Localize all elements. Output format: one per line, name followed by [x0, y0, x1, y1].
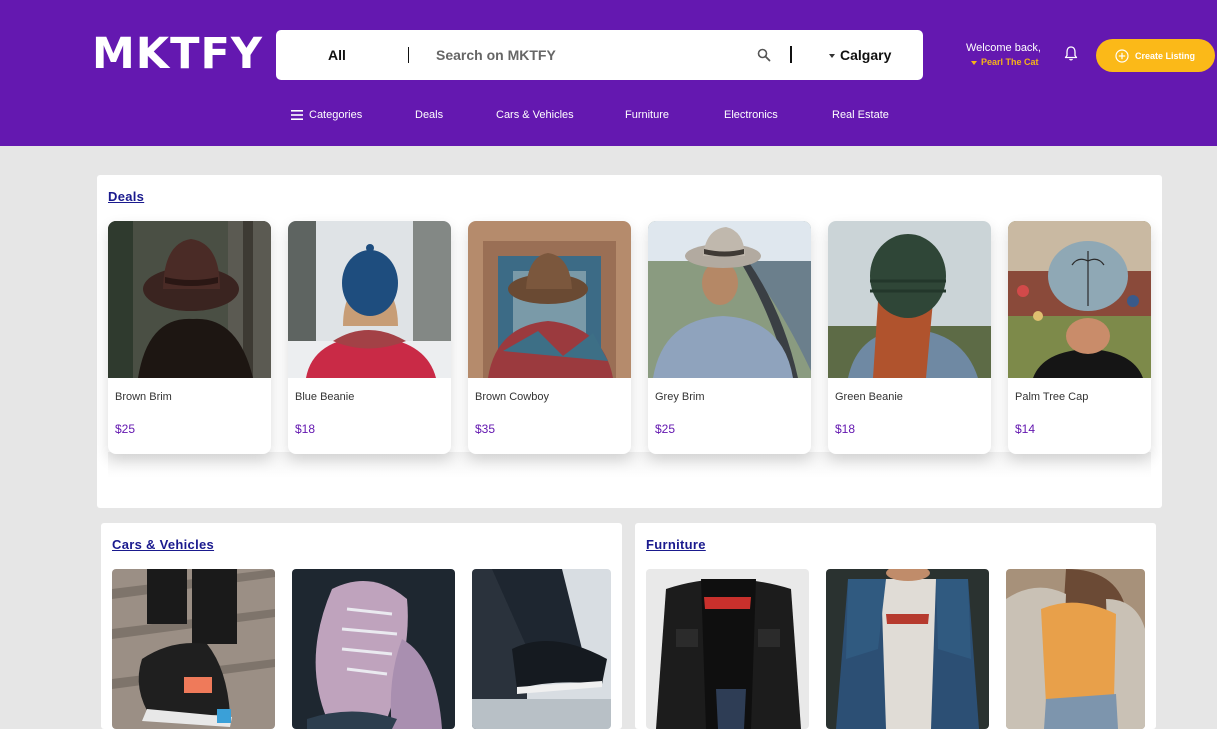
product-price: $14	[1015, 422, 1036, 436]
product-name: Grey Brim	[655, 391, 705, 403]
product-card[interactable]: Green Beanie $18	[828, 221, 991, 454]
user-menu[interactable]: Pearl The Cat	[971, 57, 1039, 67]
top-header: MKTFY All Calgary Welcome back, Pearl Th…	[0, 0, 1217, 146]
product-price: $18	[295, 422, 316, 436]
location-select[interactable]: Calgary	[840, 47, 891, 63]
nav-item-real-estate[interactable]: Real Estate	[832, 109, 889, 121]
product-thumbnail[interactable]	[826, 569, 989, 729]
product-name: Brown Brim	[115, 391, 172, 403]
product-image	[472, 569, 611, 729]
product-price: $18	[835, 422, 856, 436]
product-image	[288, 221, 451, 378]
product-image	[108, 221, 271, 378]
search-divider	[408, 47, 409, 63]
create-listing-button[interactable]: Create Listing	[1096, 39, 1215, 72]
menu-icon[interactable]	[291, 110, 303, 120]
product-thumbnail[interactable]	[1006, 569, 1145, 729]
product-price: $25	[655, 422, 676, 436]
bell-icon[interactable]	[1063, 45, 1079, 62]
search-icon[interactable]	[757, 48, 771, 62]
user-name: Pearl The Cat	[981, 57, 1039, 67]
chevron-down-icon[interactable]	[829, 54, 835, 58]
product-card[interactable]: Brown Brim $25	[108, 221, 271, 454]
product-card[interactable]: Blue Beanie $18	[288, 221, 451, 454]
product-name: Palm Tree Cap	[1015, 391, 1089, 403]
plus-circle-icon	[1115, 48, 1129, 63]
product-thumbnail[interactable]	[292, 569, 455, 729]
category-nav: Categories Deals Cars & Vehicles Furnitu…	[0, 109, 1217, 123]
product-image	[646, 569, 809, 729]
welcome-text: Welcome back,	[966, 42, 1041, 54]
carousel-fade	[108, 452, 1151, 478]
cars-vehicles-section-title[interactable]: Cars & Vehicles	[112, 537, 214, 552]
nav-item-furniture[interactable]: Furniture	[625, 109, 669, 121]
nav-item-deals[interactable]: Deals	[415, 109, 443, 121]
product-thumbnail[interactable]	[646, 569, 809, 729]
product-image	[1006, 569, 1145, 729]
product-image	[1008, 221, 1151, 378]
product-card[interactable]: Palm Tree Cap $14	[1008, 221, 1151, 454]
product-card[interactable]: Brown Cowboy $35	[468, 221, 631, 454]
furniture-section-title[interactable]: Furniture	[646, 537, 706, 552]
product-image	[826, 569, 989, 729]
nav-item-cars-vehicles[interactable]: Cars & Vehicles	[496, 109, 574, 121]
create-listing-label: Create Listing	[1135, 50, 1196, 61]
nav-item-categories[interactable]: Categories	[309, 109, 362, 121]
nav-item-electronics[interactable]: Electronics	[724, 109, 778, 121]
product-card[interactable]: Grey Brim $25	[648, 221, 811, 454]
product-thumbnail[interactable]	[472, 569, 611, 729]
product-image	[292, 569, 455, 729]
search-bar: All Calgary	[276, 30, 923, 80]
product-price: $25	[115, 422, 136, 436]
product-image	[112, 569, 275, 729]
product-thumbnail[interactable]	[112, 569, 275, 729]
product-image	[648, 221, 811, 378]
product-image	[468, 221, 631, 378]
product-image	[828, 221, 991, 378]
product-name: Green Beanie	[835, 391, 903, 403]
product-price: $35	[475, 422, 496, 436]
product-name: Brown Cowboy	[475, 391, 549, 403]
search-input[interactable]	[436, 40, 736, 70]
search-category-select[interactable]: All	[328, 47, 346, 63]
logo[interactable]: MKTFY	[92, 30, 263, 78]
search-divider	[790, 46, 792, 63]
deals-section-title[interactable]: Deals	[108, 189, 144, 204]
product-name: Blue Beanie	[295, 391, 355, 403]
chevron-down-icon	[971, 60, 977, 65]
